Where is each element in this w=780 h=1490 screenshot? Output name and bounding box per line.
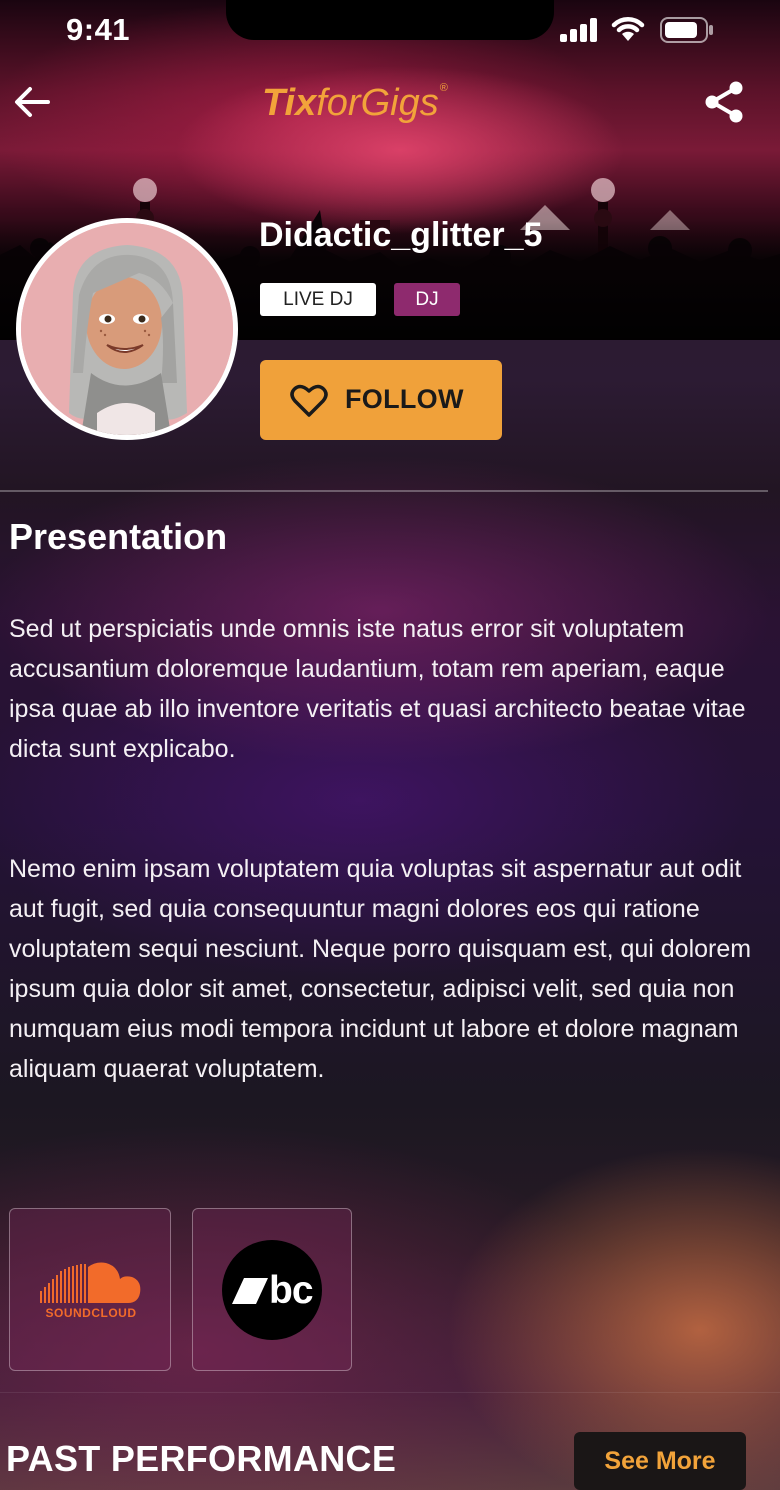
follow-button[interactable]: FOLLOW — [260, 360, 502, 440]
battery-icon — [660, 17, 713, 43]
heart-icon — [290, 384, 328, 417]
back-arrow-icon[interactable] — [12, 84, 52, 120]
bandcamp-parallelogram-icon — [232, 1278, 268, 1304]
cellular-signal-icon — [560, 18, 598, 42]
past-performance-title: PAST PERFORMANCE — [6, 1438, 397, 1479]
status-time: 9:41 — [66, 12, 131, 47]
bandcamp-icon: bc — [222, 1240, 322, 1340]
tixforgigs-logo: TixforGigs® — [262, 82, 448, 124]
bandcamp-link[interactable]: bc — [192, 1208, 352, 1371]
presentation-paragraph-2: Nemo enim ipsam voluptatem quia voluptas… — [9, 855, 752, 1083]
username: Didactic_glitter_5 — [259, 216, 543, 254]
device-notch — [226, 0, 554, 40]
soundcloud-label: SOUNDCLOUD — [45, 1306, 137, 1320]
presentation-paragraph-1: Sed ut perspiciatis unde omnis iste natu… — [9, 615, 746, 763]
artist-profile-screen: 9:41 TixforGigs® Didactic_glitter_5 LIVE… — [0, 0, 780, 1490]
wifi-icon — [611, 17, 645, 41]
soundcloud-link[interactable]: SOUNDCLOUD — [9, 1208, 171, 1371]
presentation-title: Presentation — [9, 516, 228, 557]
bandcamp-label: bc — [269, 1269, 314, 1312]
bottom-divider — [0, 1392, 780, 1393]
share-icon[interactable] — [703, 80, 745, 124]
see-more-button[interactable]: See More — [574, 1432, 746, 1490]
section-divider — [0, 490, 768, 492]
tag-live-dj: LIVE DJ — [260, 283, 376, 316]
tag-dj: DJ — [394, 283, 460, 316]
follow-label: FOLLOW — [345, 384, 464, 414]
soundcloud-icon — [40, 1262, 141, 1303]
status-bar: 9:41 — [0, 0, 780, 58]
memoji-avatar-icon — [21, 223, 233, 435]
avatar — [16, 218, 238, 440]
